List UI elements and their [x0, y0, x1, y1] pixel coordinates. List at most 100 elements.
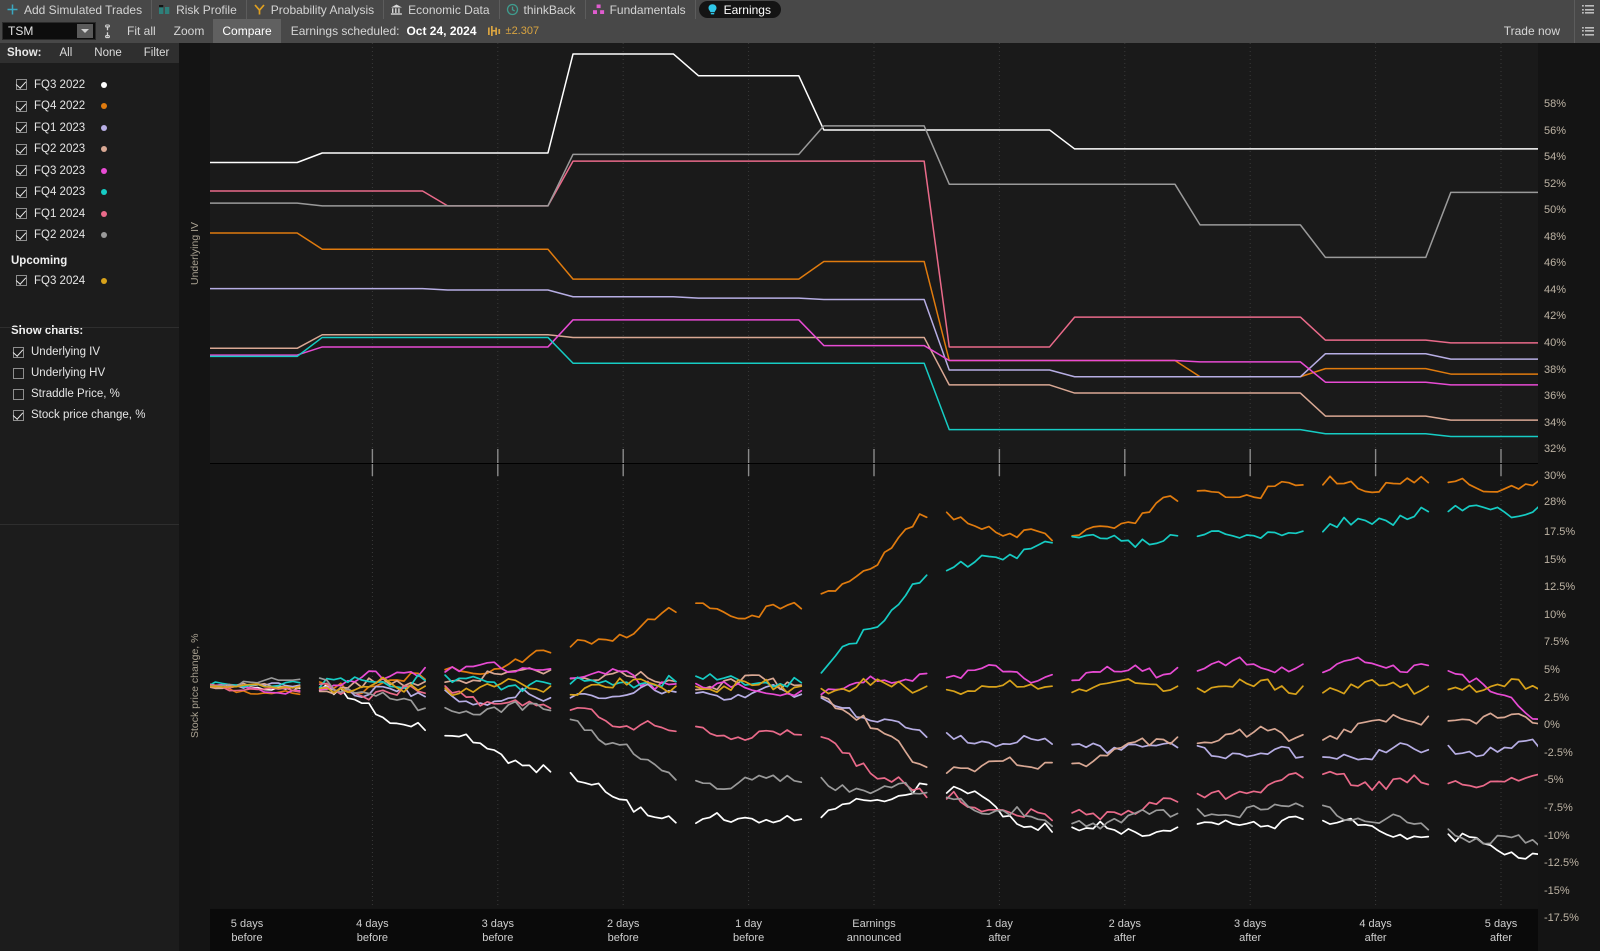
x-tick-label: 2 days after: [1108, 918, 1142, 944]
checkbox[interactable]: [16, 275, 27, 287]
chart-toggle-label: Stock price change, %: [31, 409, 146, 421]
y-tick-label: 5%: [1544, 664, 1560, 676]
checkbox[interactable]: [16, 100, 27, 112]
x-tick-label: 1 day before: [732, 918, 765, 944]
show-filter-button[interactable]: Filter: [133, 43, 181, 63]
chart-toggle-list: Underlying IV Underlying HV Straddle Price…: [0, 342, 179, 426]
checkbox[interactable]: [13, 388, 24, 400]
y-tick-label: 42%: [1544, 310, 1567, 323]
x-tick-label: 5 days after: [1484, 918, 1518, 944]
underlying-iv-axis-label: Underlying IV: [189, 221, 201, 285]
toolbar-item-add-simulated-trades[interactable]: Add Simulated Trades: [0, 0, 153, 19]
y-tick-label: 34%: [1544, 416, 1567, 429]
checkbox[interactable]: [16, 79, 27, 91]
checkbox[interactable]: [13, 367, 24, 379]
toolbar-item-label: Earnings: [723, 2, 771, 17]
legend-color-swatch: [101, 189, 107, 196]
x-axis: 5 days before 4 days before 3 days before 2 da…: [210, 909, 1538, 951]
chart-toggle-straddle-price[interactable]: Straddle Price, %: [0, 384, 179, 405]
legend-item-fq1-2024[interactable]: FQ1 2024: [0, 203, 179, 225]
checkbox[interactable]: [16, 208, 27, 220]
chart-toggle-label: Underlying IV: [31, 346, 101, 358]
y-tick-label: 52%: [1544, 177, 1567, 190]
expected-move-icon: [477, 25, 501, 38]
toolbar-item-probability-analysis[interactable]: Probability Analysis: [247, 0, 385, 19]
toolbar-item-risk-profile[interactable]: Risk Profile: [152, 0, 247, 19]
checkbox[interactable]: [16, 122, 27, 134]
fundamentals-icon: [592, 3, 605, 16]
risk-profile-icon: [158, 3, 171, 16]
legend-item-label: FQ2 2024: [34, 229, 86, 242]
legend-item-fq2-2024[interactable]: FQ2 2024: [0, 225, 179, 247]
charts-area: Underlying IV Stock price change, % 58% 5…: [179, 43, 1600, 951]
chart-toggle-label: Underlying HV: [31, 367, 106, 379]
bank-icon: [390, 3, 403, 16]
y-tick-label: 38%: [1544, 363, 1567, 376]
toolbar-item-label: Risk Profile: [176, 2, 237, 17]
legend-color-swatch: [101, 81, 107, 88]
chevron-down-icon[interactable]: [77, 24, 93, 38]
chart-toggle-underlying-hv[interactable]: Underlying HV: [0, 363, 179, 384]
y-tick-label: 10%: [1544, 608, 1567, 621]
symbol-toolbar: TSM Fit all Zoom Compare Earnings schedu…: [0, 19, 1600, 43]
y-tick-label: 2.5%: [1544, 691, 1570, 704]
hamburger-list-icon-2[interactable]: [1574, 19, 1600, 43]
legend-item-fq3-2024[interactable]: FQ3 2024: [0, 270, 179, 292]
chart-toggle-underlying-iv[interactable]: Underlying IV: [0, 342, 179, 363]
compare-button[interactable]: Compare: [213, 19, 281, 43]
checkbox[interactable]: [16, 143, 27, 155]
sidebar-divider-2: [0, 524, 179, 525]
x-tick-label: 5 days before: [230, 918, 264, 944]
legend-color-swatch: [101, 167, 107, 174]
y-tick-label: 28%: [1544, 496, 1567, 509]
legend-item-fq2-2023[interactable]: FQ2 2023: [0, 139, 179, 161]
toolbar-item-label: Probability Analysis: [270, 2, 375, 17]
y-tick-label: -17.5%: [1544, 912, 1579, 925]
chart-toggle-stock-price-change[interactable]: Stock price change, %: [0, 405, 179, 426]
legend-color-swatch: [101, 277, 107, 284]
x-tick-label: 3 days after: [1233, 918, 1267, 944]
upcoming-legend-list: FQ3 2024: [0, 270, 179, 292]
series-legend-list: FQ3 2022 FQ4 2022 FQ1 2023 FQ2 2023 FQ3 2023…: [0, 63, 179, 246]
stock-price-change-plot[interactable]: [210, 464, 1538, 908]
sidebar-divider: [0, 327, 179, 328]
checkbox[interactable]: [13, 346, 24, 358]
toolbar-item-earnings[interactable]: Earnings: [698, 1, 781, 18]
x-tick-label: 3 days before: [481, 918, 515, 944]
x-tick-label: 4 days before: [356, 918, 389, 944]
checkbox[interactable]: [16, 165, 27, 177]
y-tick-label: 30%: [1544, 469, 1567, 482]
trade-now-button[interactable]: Trade now: [1490, 24, 1574, 38]
stock-price-change-svg: [210, 464, 1538, 908]
fit-all-button[interactable]: Fit all: [118, 19, 165, 43]
y-tick-label: 36%: [1544, 390, 1567, 403]
legend-item-fq3-2022[interactable]: FQ3 2022: [0, 74, 179, 96]
legend-item-label: FQ3 2024: [34, 274, 86, 287]
legend-item-fq1-2023[interactable]: FQ1 2023: [0, 117, 179, 139]
y-tick-label: -15%: [1544, 884, 1570, 897]
clock-icon: [506, 3, 519, 16]
legend-item-label: FQ4 2022: [34, 100, 86, 113]
toolbar-item-economic-data[interactable]: Economic Data: [384, 0, 500, 19]
symbol-input[interactable]: TSM: [2, 22, 96, 40]
hamburger-list-icon[interactable]: [1574, 0, 1600, 19]
y-tick-label: -2.5%: [1544, 746, 1573, 759]
link-chain-icon[interactable]: [96, 23, 118, 39]
legend-color-swatch: [101, 146, 107, 153]
lightbulb-icon: [706, 3, 719, 16]
toolbar-item-thinkback[interactable]: thinkBack: [500, 0, 586, 19]
checkbox[interactable]: [16, 186, 27, 198]
show-all-button[interactable]: All: [49, 43, 84, 63]
checkbox[interactable]: [13, 409, 24, 421]
legend-item-fq4-2022[interactable]: FQ4 2022: [0, 96, 179, 118]
y-tick-label: -12.5%: [1544, 857, 1579, 870]
underlying-iv-plot[interactable]: [210, 43, 1538, 463]
y-tick-label: 7.5%: [1544, 636, 1570, 649]
legend-item-fq3-2023[interactable]: FQ3 2023: [0, 160, 179, 182]
checkbox[interactable]: [16, 229, 27, 241]
legend-item-fq4-2023[interactable]: FQ4 2023: [0, 182, 179, 204]
show-none-button[interactable]: None: [83, 43, 133, 63]
zoom-button[interactable]: Zoom: [165, 19, 214, 43]
main-toolbar: Add Simulated Trades Risk Profile Probab…: [0, 0, 1600, 19]
toolbar-item-fundamentals[interactable]: Fundamentals: [586, 0, 696, 19]
